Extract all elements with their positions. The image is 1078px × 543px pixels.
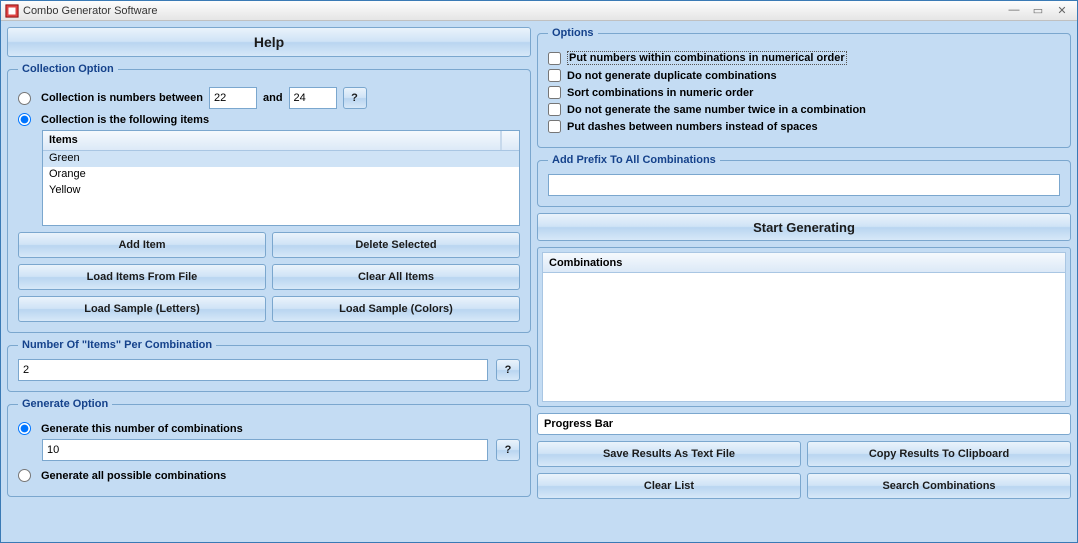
and-label: and: [263, 92, 283, 104]
list-item[interactable]: Yellow: [43, 183, 519, 199]
chk-no-same-twice-label: Do not generate the same number twice in…: [567, 104, 866, 116]
search-combinations-button[interactable]: Search Combinations: [807, 473, 1071, 499]
gen-count-help-button[interactable]: ?: [496, 439, 520, 461]
minimize-button[interactable]: —: [1003, 4, 1025, 18]
generate-option-group: Generate Option Generate this number of …: [7, 398, 531, 497]
load-sample-colors-button[interactable]: Load Sample (Colors): [272, 296, 520, 322]
clear-list-button[interactable]: Clear List: [537, 473, 801, 499]
window-title: Combo Generator Software: [23, 5, 1001, 17]
per-combo-input[interactable]: [18, 359, 488, 381]
delete-selected-button[interactable]: Delete Selected: [272, 232, 520, 258]
combinations-list[interactable]: [542, 272, 1066, 402]
chk-dashes[interactable]: [548, 120, 561, 133]
clear-all-button[interactable]: Clear All Items: [272, 264, 520, 290]
radio-gen-all-label: Generate all possible combinations: [41, 470, 226, 482]
chk-dashes-label: Put dashes between numbers instead of sp…: [567, 121, 818, 133]
chk-numerical-order[interactable]: [548, 52, 561, 65]
collection-option-group: Collection Option Collection is numbers …: [7, 63, 531, 333]
per-combo-legend: Number Of "Items" Per Combination: [18, 339, 216, 351]
load-sample-letters-button[interactable]: Load Sample (Letters): [18, 296, 266, 322]
radio-gen-count-label: Generate this number of combinations: [41, 423, 243, 435]
chk-sort-numeric-label: Sort combinations in numeric order: [567, 87, 753, 99]
per-combo-help-button[interactable]: ?: [496, 359, 520, 381]
items-header-spacer: [501, 131, 519, 150]
start-generating-button[interactable]: Start Generating: [537, 213, 1071, 241]
load-from-file-button[interactable]: Load Items From File: [18, 264, 266, 290]
maximize-button[interactable]: ▭: [1027, 4, 1049, 18]
chk-sort-numeric[interactable]: [548, 86, 561, 99]
radio-numbers-label: Collection is numbers between: [41, 92, 203, 104]
chk-no-duplicates-label: Do not generate duplicate combinations: [567, 70, 777, 82]
chk-numerical-order-label: Put numbers within combinations in numer…: [567, 51, 847, 65]
radio-items-label: Collection is the following items: [41, 114, 209, 126]
titlebar: Combo Generator Software — ▭ ✕: [1, 1, 1077, 21]
per-combo-group: Number Of "Items" Per Combination ?: [7, 339, 531, 392]
items-header-row: Items: [43, 131, 519, 151]
add-item-button[interactable]: Add Item: [18, 232, 266, 258]
app-window: Combo Generator Software — ▭ ✕ Help Coll…: [0, 0, 1078, 543]
radio-items[interactable]: [18, 113, 31, 126]
help-button[interactable]: Help: [7, 27, 531, 57]
chk-no-same-twice[interactable]: [548, 103, 561, 116]
chk-no-duplicates[interactable]: [548, 69, 561, 82]
num-from-input[interactable]: [209, 87, 257, 109]
gen-count-input[interactable]: [42, 439, 488, 461]
options-legend: Options: [548, 27, 598, 39]
collection-legend: Collection Option: [18, 63, 118, 75]
close-button[interactable]: ✕: [1051, 4, 1073, 18]
prefix-legend: Add Prefix To All Combinations: [548, 154, 720, 166]
list-item[interactable]: Green: [43, 151, 519, 167]
items-header-label[interactable]: Items: [43, 131, 501, 150]
radio-gen-all[interactable]: [18, 469, 31, 482]
list-item[interactable]: Orange: [43, 167, 519, 183]
num-to-input[interactable]: [289, 87, 337, 109]
copy-results-button[interactable]: Copy Results To Clipboard: [807, 441, 1071, 467]
progress-bar: Progress Bar: [537, 413, 1071, 435]
options-group: Options Put numbers within combinations …: [537, 27, 1071, 148]
radio-numbers[interactable]: [18, 92, 31, 105]
numbers-help-button[interactable]: ?: [343, 87, 367, 109]
items-grid[interactable]: Items Green Orange Yellow: [42, 130, 520, 226]
radio-gen-count[interactable]: [18, 422, 31, 435]
client-area: Help Collection Option Collection is num…: [1, 21, 1077, 542]
save-results-button[interactable]: Save Results As Text File: [537, 441, 801, 467]
prefix-group: Add Prefix To All Combinations: [537, 154, 1071, 207]
combinations-panel: Combinations: [537, 247, 1071, 407]
app-icon: [5, 4, 19, 18]
generate-legend: Generate Option: [18, 398, 112, 410]
prefix-input[interactable]: [548, 174, 1060, 196]
combinations-header[interactable]: Combinations: [542, 252, 1066, 272]
